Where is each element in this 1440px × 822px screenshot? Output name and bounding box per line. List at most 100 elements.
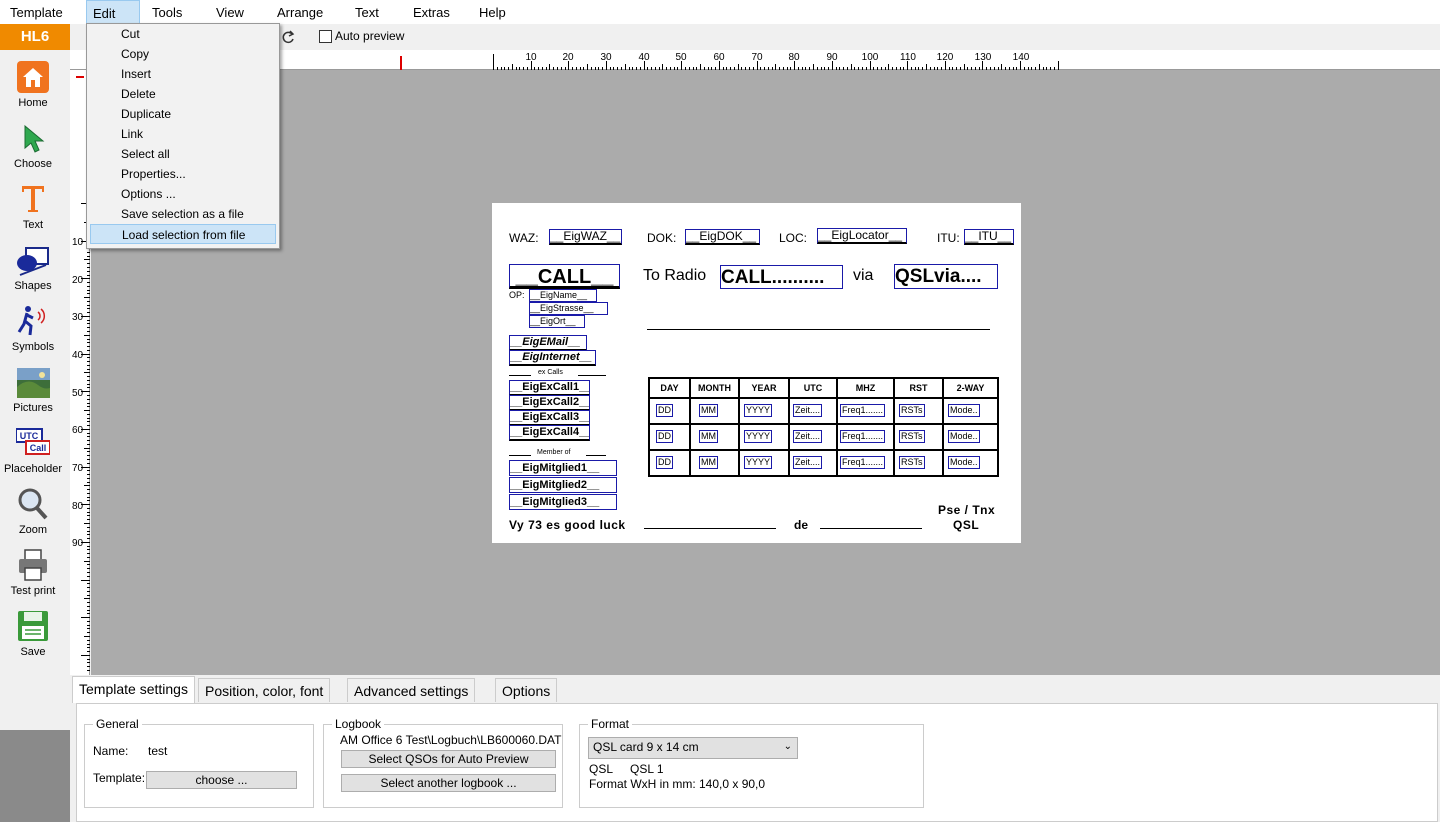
sidebar-item-symbols[interactable]: Symbols — [0, 304, 66, 364]
sidebar-item-choose[interactable]: Choose — [0, 121, 66, 181]
table-cell[interactable]: MM — [699, 455, 718, 469]
sidebar-item-home[interactable]: Home — [0, 60, 66, 120]
select-logbook-button[interactable]: Select another logbook ... — [341, 774, 556, 792]
table-cell[interactable]: Zeit.... — [793, 429, 823, 443]
table-cell[interactable]: Freq1....... — [840, 429, 886, 443]
member-field[interactable]: __EigMitglied3__ — [509, 494, 617, 510]
sidebar-item-label: Symbols — [11, 341, 55, 353]
dok-field[interactable]: __EigDOK__ — [685, 229, 760, 245]
table-cell[interactable]: Freq1....... — [840, 403, 886, 417]
ex-call-field[interactable]: __EigExCall3__ — [509, 410, 590, 426]
ex-call-field[interactable]: __EigExCall2__ — [509, 395, 590, 411]
member-field[interactable]: __EigMitglied1__ — [509, 460, 617, 476]
menu-item-cut[interactable]: Cut — [90, 24, 276, 44]
table-cell[interactable]: YYYY — [744, 455, 773, 469]
loc-field[interactable]: __EigLocator__ — [817, 228, 907, 244]
call-dots-field[interactable]: CALL.......... — [720, 265, 843, 289]
table-header: MONTH — [689, 377, 740, 399]
sidebar-item-text[interactable]: Text — [0, 182, 66, 242]
ruler-tick — [87, 620, 90, 622]
menu-edit[interactable]: Edit — [86, 0, 140, 24]
ruler-tick — [87, 571, 90, 573]
ruler-tick — [87, 425, 90, 427]
table-cell[interactable]: DD — [656, 455, 673, 469]
table-cell[interactable]: Zeit.... — [793, 455, 823, 469]
ruler-tick — [87, 666, 90, 668]
menu-template[interactable]: Template — [4, 0, 69, 24]
ort-field[interactable]: __EigOrt__ — [529, 315, 585, 328]
sidebar-item-zoom[interactable]: Zoom — [0, 487, 66, 547]
sidebar-item-shapes[interactable]: Shapes — [0, 243, 66, 303]
ruler-tick — [87, 481, 90, 483]
menu-view[interactable]: View — [210, 0, 250, 24]
tab-position-color-font[interactable]: Position, color, font — [198, 678, 331, 702]
sidebar-item-test-print[interactable]: Test print — [0, 548, 66, 608]
table-cell[interactable]: Mode.. — [948, 403, 980, 417]
menu-text[interactable]: Text — [349, 0, 385, 24]
table-cell[interactable]: MM — [699, 403, 718, 417]
table-cell[interactable]: Zeit.... — [793, 403, 823, 417]
menu-item-copy[interactable]: Copy — [90, 44, 276, 64]
internet-field[interactable]: __EigInternet__ — [509, 350, 596, 366]
sidebar-item-placeholder[interactable]: UTC Call Placeholder — [0, 426, 66, 486]
menu-arrange[interactable]: Arrange — [271, 0, 329, 24]
ruler-tick — [87, 383, 90, 385]
sidebar-empty-area — [0, 730, 70, 822]
menu-item-insert[interactable]: Insert — [90, 64, 276, 84]
member-field[interactable]: __EigMitglied2__ — [509, 477, 617, 493]
tab-content: General Name: test Template: choose ... … — [76, 703, 1438, 822]
sidebar-item-save[interactable]: Save — [0, 609, 66, 669]
table-cell[interactable]: RSTs — [899, 403, 925, 417]
menu-tools[interactable]: Tools — [146, 0, 188, 24]
table-cell[interactable]: Mode.. — [948, 455, 980, 469]
redo-icon[interactable] — [280, 29, 296, 45]
menu-item-link[interactable]: Link — [90, 124, 276, 144]
ruler-tick — [81, 541, 90, 543]
name-field[interactable]: __EigName__ — [529, 289, 597, 302]
tab-advanced-settings[interactable]: Advanced settings — [347, 678, 476, 702]
table-cell[interactable]: YYYY — [744, 403, 773, 417]
menu-item-options[interactable]: Options ... — [90, 184, 276, 204]
table-cell[interactable]: RSTs — [899, 455, 925, 469]
design-canvas[interactable]: WAZ: __EigWAZ__ DOK: __EigDOK__ LOC: __E… — [91, 70, 1440, 675]
ruler-tick — [87, 289, 90, 291]
waz-field[interactable]: __EigWAZ__ — [549, 229, 622, 245]
format-select[interactable]: QSL card 9 x 14 cm ⌄ — [588, 737, 798, 759]
table-cell[interactable]: YYYY — [744, 429, 773, 443]
ruler-tick — [87, 338, 90, 340]
sidebar-item-pictures[interactable]: Pictures — [0, 365, 66, 425]
table-cell[interactable]: DD — [656, 403, 673, 417]
table-cell[interactable]: DD — [656, 429, 673, 443]
ruler-tick — [87, 492, 90, 494]
menu-item-select-all[interactable]: Select all — [90, 144, 276, 164]
ex-call-field[interactable]: __EigExCall4__ — [509, 425, 590, 441]
signature-line — [644, 528, 776, 529]
menu-item-save-selection[interactable]: Save selection as a file — [90, 204, 276, 224]
qsl-card[interactable]: WAZ: __EigWAZ__ DOK: __EigDOK__ LOC: __E… — [492, 203, 1021, 543]
ex-call-field[interactable]: __EigExCall1__ — [509, 380, 590, 396]
table-cell[interactable]: Mode.. — [948, 429, 980, 443]
menu-item-delete[interactable]: Delete — [90, 84, 276, 104]
table-cell[interactable]: RSTs — [899, 429, 925, 443]
tab-options[interactable]: Options — [495, 678, 558, 702]
ruler-tick — [87, 361, 90, 363]
choose-template-button[interactable]: choose ... — [146, 771, 297, 789]
email-field[interactable]: __EigEMail__ — [509, 335, 587, 351]
table-cell[interactable]: Freq1....... — [840, 455, 886, 469]
menu-extras[interactable]: Extras — [407, 0, 456, 24]
select-qsos-button[interactable]: Select QSOs for Auto Preview — [341, 750, 556, 768]
menu-help[interactable]: Help — [473, 0, 512, 24]
menu-item-duplicate[interactable]: Duplicate — [90, 104, 276, 124]
auto-preview-checkbox[interactable] — [319, 30, 332, 43]
strasse-field[interactable]: __EigStrasse__ — [529, 302, 608, 315]
ruler-tick — [81, 617, 90, 619]
qslvia-field[interactable]: QSLvia.... — [894, 264, 998, 289]
itu-field[interactable]: __ITU__ — [964, 229, 1014, 245]
tab-template-settings[interactable]: Template settings — [72, 676, 195, 703]
ruler-tick — [87, 500, 90, 502]
menu-item-properties[interactable]: Properties... — [90, 164, 276, 184]
table-cell[interactable]: MM — [699, 429, 718, 443]
ruler-tick — [87, 443, 90, 445]
call-field[interactable]: __CALL__ — [509, 264, 620, 289]
menu-item-load-selection[interactable]: Load selection from file — [90, 224, 276, 244]
